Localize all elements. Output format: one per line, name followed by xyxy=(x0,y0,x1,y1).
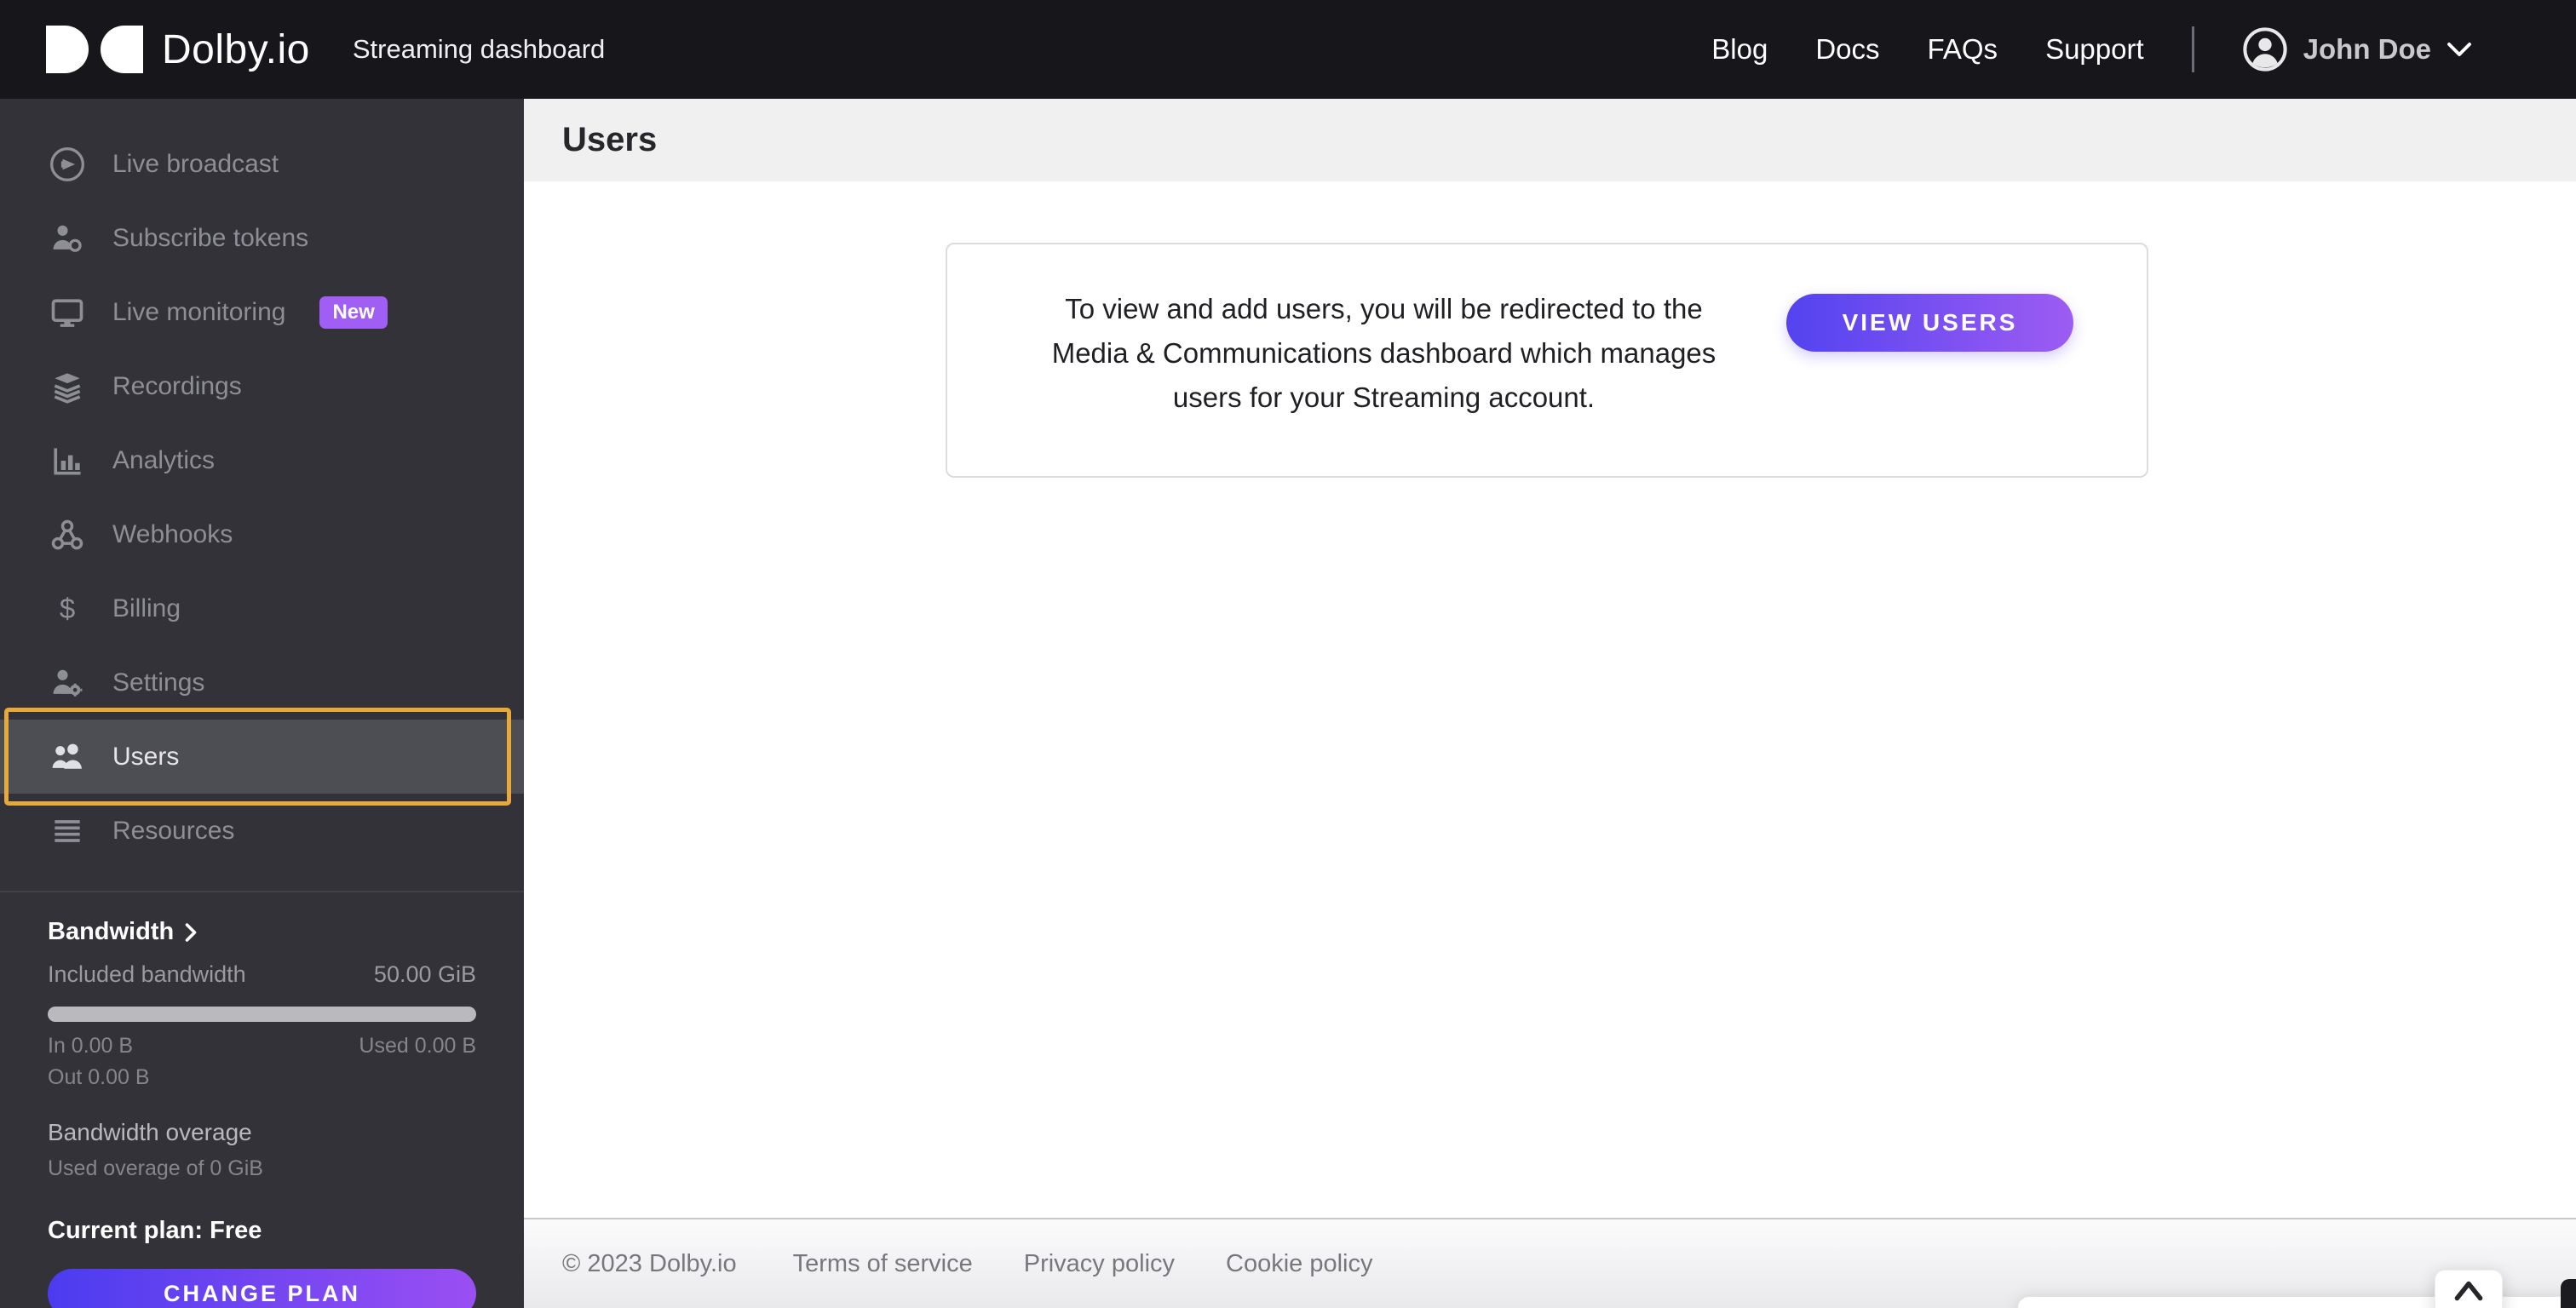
included-bandwidth-row: Included bandwidth 50.00 GiB xyxy=(48,961,476,988)
sidebar-item-label: Settings xyxy=(112,668,205,697)
sidebar-item-resources[interactable]: Resources xyxy=(0,794,524,868)
bandwidth-used-value: Used 0.00 B xyxy=(359,1034,476,1058)
bandwidth-in-used-row: In 0.00 B Used 0.00 B xyxy=(48,1034,476,1058)
sidebar-divider xyxy=(0,891,524,892)
sidebar-item-label: Recordings xyxy=(112,371,242,400)
user-gear-icon xyxy=(48,664,87,702)
change-plan-button[interactable]: CHANGE PLAN xyxy=(48,1269,476,1308)
sidebar-item-subscribe-tokens[interactable]: Subscribe tokens xyxy=(0,201,524,275)
page-title-band: Users xyxy=(524,99,2576,181)
webhook-icon xyxy=(48,516,87,554)
sidebar-item-recordings[interactable]: Recordings xyxy=(0,349,524,423)
included-bandwidth-label: Included bandwidth xyxy=(48,961,246,987)
chevron-right-icon xyxy=(184,922,198,943)
header-divider xyxy=(2191,26,2194,72)
users-redirect-card: To view and add users, you will be redir… xyxy=(946,243,2148,478)
sidebar-item-webhooks[interactable]: Webhooks xyxy=(0,497,524,571)
sidebar-item-label: Resources xyxy=(112,816,235,845)
new-badge: New xyxy=(319,295,388,329)
sidebar-nav: Live broadcast Subscribe tokens Live mon… xyxy=(0,127,524,868)
bandwidth-panel: Bandwidth Included bandwidth 50.00 GiB I… xyxy=(48,918,476,1308)
bandwidth-overage-title: Bandwidth overage xyxy=(48,1119,252,1145)
sidebar-item-label: Subscribe tokens xyxy=(112,223,309,252)
sidebar-item-label: Billing xyxy=(112,594,181,622)
users-icon xyxy=(48,738,87,776)
view-users-button[interactable]: VIEW USERS xyxy=(1786,294,2073,352)
dolby-d-left xyxy=(46,26,89,73)
top-header: Dolby.io Streaming dashboard Blog Docs F… xyxy=(0,0,2576,99)
dolby-logo[interactable]: Dolby.io xyxy=(46,26,310,73)
corner-widget-edge xyxy=(2561,1279,2576,1308)
sidebar-item-settings[interactable]: Settings xyxy=(0,645,524,720)
footer: © 2023 Dolby.io Terms of service Privacy… xyxy=(524,1218,2576,1308)
user-name: John Doe xyxy=(2303,33,2431,65)
header-nav: Blog Docs FAQs Support John Doe xyxy=(1711,26,2576,72)
bandwidth-in-value: In 0.00 B xyxy=(48,1034,134,1058)
footer-copyright: © 2023 Dolby.io xyxy=(562,1249,737,1277)
sidebar-item-live-broadcast[interactable]: Live broadcast xyxy=(0,127,524,201)
users-redirect-message: To view and add users, you will be redir… xyxy=(1051,293,1716,413)
bandwidth-title-row[interactable]: Bandwidth xyxy=(48,918,476,946)
nav-link-docs[interactable]: Docs xyxy=(1815,33,1879,66)
app-title: Streaming dashboard xyxy=(352,34,606,64)
footer-link-cookie[interactable]: Cookie policy xyxy=(1226,1250,1372,1278)
page-title: Users xyxy=(562,121,658,158)
broadcast-icon xyxy=(48,146,87,183)
user-menu[interactable]: John Doe xyxy=(2242,26,2472,72)
sidebar-item-label: Users xyxy=(112,742,180,771)
dolby-double-d-icon xyxy=(46,26,143,73)
bandwidth-overage-detail: Used overage of 0 GiB xyxy=(48,1156,263,1180)
streaming-dashboard-app: Dolby.io Streaming dashboard Blog Docs F… xyxy=(0,0,2576,1308)
nav-link-support[interactable]: Support xyxy=(2045,33,2144,66)
bar-chart-icon xyxy=(48,442,87,479)
bandwidth-title: Bandwidth xyxy=(48,918,175,945)
bandwidth-progress-bar xyxy=(48,1007,476,1022)
sidebar: Live broadcast Subscribe tokens Live mon… xyxy=(0,99,524,1308)
scroll-to-top-button[interactable] xyxy=(2435,1270,2503,1308)
sidebar-item-users[interactable]: Users xyxy=(0,708,524,806)
subscribe-token-icon xyxy=(48,220,87,257)
chevron-up-icon xyxy=(2454,1281,2483,1308)
current-plan-label: Current plan: Free xyxy=(48,1217,262,1244)
dollar-icon: $ xyxy=(48,590,87,628)
nav-link-blog[interactable]: Blog xyxy=(1711,33,1768,66)
nav-link-faqs[interactable]: FAQs xyxy=(1928,33,1998,66)
sidebar-item-label: Live broadcast xyxy=(112,149,279,178)
chevron-down-icon xyxy=(2447,42,2472,57)
monitor-icon xyxy=(48,294,87,331)
sidebar-item-label: Live monitoring xyxy=(112,297,286,326)
footer-link-privacy[interactable]: Privacy policy xyxy=(1024,1250,1175,1278)
sidebar-item-live-monitoring[interactable]: Live monitoring New xyxy=(0,275,524,349)
list-icon xyxy=(48,812,87,850)
included-bandwidth-value: 50.00 GiB xyxy=(373,961,476,987)
layers-icon xyxy=(48,368,87,405)
main-content: Users To view and add users, you will be… xyxy=(524,99,2576,1308)
svg-text:$: $ xyxy=(60,593,75,624)
user-avatar-icon xyxy=(2242,26,2288,72)
footer-link-terms[interactable]: Terms of service xyxy=(793,1250,973,1278)
bandwidth-out-value: Out 0.00 B xyxy=(48,1065,150,1089)
sidebar-item-analytics[interactable]: Analytics xyxy=(0,423,524,497)
sidebar-item-label: Webhooks xyxy=(112,519,233,548)
dolby-d-right xyxy=(101,26,143,73)
brand-name: Dolby.io xyxy=(162,26,310,72)
sidebar-item-label: Analytics xyxy=(112,445,216,474)
sidebar-item-billing[interactable]: $ Billing xyxy=(0,571,524,645)
